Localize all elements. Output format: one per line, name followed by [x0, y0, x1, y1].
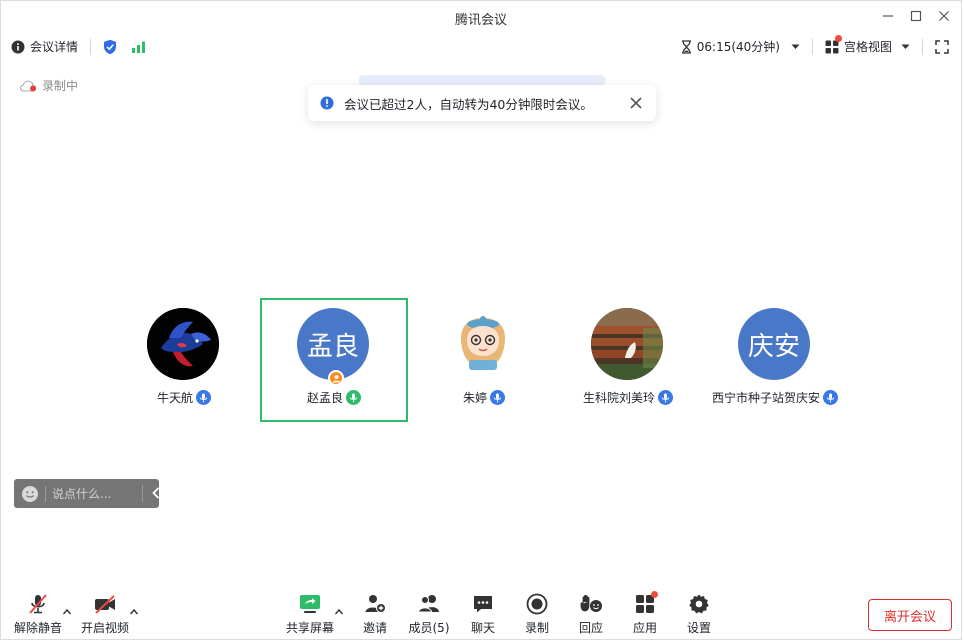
- reactions-button[interactable]: 回应: [566, 593, 616, 639]
- share-screen-button[interactable]: 共享屏幕: [285, 593, 335, 639]
- invite-user-icon: [365, 595, 386, 613]
- chat-divider: [142, 485, 143, 502]
- limit-toast: 会议已超过2人，自动转为40分钟限时会议。: [308, 85, 656, 121]
- record-button[interactable]: 录制: [512, 593, 562, 639]
- network-signal-icon[interactable]: [131, 40, 147, 54]
- hourglass-icon: [681, 39, 691, 54]
- toolbar-divider: [811, 38, 813, 55]
- participant-avatar: 庆安: [738, 308, 810, 380]
- chat-bubble-icon: [474, 596, 492, 613]
- maximize-icon: [910, 10, 922, 22]
- participant-name: 朱婷: [462, 391, 487, 405]
- toast-close-icon[interactable]: [628, 95, 644, 111]
- participant-avatar: [591, 308, 663, 380]
- participant-tile[interactable]: 生科院刘美玲: [554, 298, 702, 422]
- close-icon: [939, 11, 949, 21]
- notification-dot: [834, 35, 842, 42]
- maximize-button[interactable]: [907, 7, 925, 25]
- meeting-timer[interactable]: 06:15(40分钟): [681, 38, 800, 55]
- toolbar-divider: [90, 38, 92, 55]
- video-options-chevron-up-icon[interactable]: [129, 607, 139, 617]
- participant-avatar: [447, 308, 519, 380]
- members-icon: [417, 595, 439, 613]
- apps-notification-dot: [651, 591, 658, 598]
- minimize-icon: [883, 15, 893, 17]
- security-shield-icon[interactable]: [103, 39, 117, 55]
- host-badge-icon: [328, 370, 344, 386]
- cartoon-girl-photo-icon: [447, 308, 519, 380]
- chevron-down-icon: [791, 44, 800, 49]
- emoji-icon[interactable]: [21, 485, 39, 503]
- alert-info-icon: [320, 96, 334, 110]
- audio-options-chevron-up-icon[interactable]: [62, 607, 72, 617]
- raise-hand-icon: [580, 594, 602, 612]
- mic-status-icon: [658, 390, 673, 405]
- title-bar: 腾讯会议: [1, 1, 961, 31]
- recording-status: 录制中: [20, 77, 78, 94]
- meeting-toolbar: 会议详情 06:15(40分钟) 宫格视图: [1, 31, 961, 61]
- mic-status-icon: [490, 390, 505, 405]
- meeting-details-button[interactable]: 会议详情: [11, 38, 78, 55]
- chat-placeholder: 说点什么...: [52, 487, 112, 501]
- unmute-button[interactable]: 解除静音: [13, 593, 63, 639]
- participant-name: 赵孟良: [306, 391, 343, 405]
- window-title: 腾讯会议: [454, 13, 507, 28]
- participant-tile-active-speaker[interactable]: 孟良 赵孟良: [260, 298, 408, 422]
- participant-avatar: [147, 308, 219, 380]
- meeting-window: 腾讯会议 会议详情 06:15(40分钟) 宫格视图 录制中 会议已超过2人，自…: [0, 0, 962, 640]
- participant-avatar: 孟良: [297, 308, 369, 380]
- start-video-button[interactable]: 开启视频: [80, 593, 130, 639]
- chat-button[interactable]: 聊天: [458, 593, 508, 639]
- share-options-chevron-up-icon[interactable]: [334, 607, 344, 617]
- participant-name: 生科院刘美玲: [582, 391, 655, 405]
- record-icon: [526, 593, 548, 615]
- participant-tile[interactable]: 牛天航: [110, 298, 258, 422]
- microphone-muted-icon: [29, 594, 47, 614]
- collapse-chevron-left-icon[interactable]: [151, 487, 161, 499]
- gear-icon: [689, 594, 709, 614]
- participant-name: 牛天航: [156, 391, 193, 405]
- camera-off-icon: [95, 595, 115, 614]
- mic-speaking-icon: [346, 390, 361, 405]
- toolbar-divider: [922, 38, 923, 55]
- close-window-button[interactable]: [935, 7, 953, 25]
- mic-status-icon: [823, 390, 838, 405]
- minimize-button[interactable]: [879, 7, 897, 25]
- info-icon: [11, 40, 25, 53]
- participant-name: 西宁市种子站贺庆安: [711, 391, 820, 405]
- invite-button[interactable]: 邀请: [350, 593, 400, 639]
- leave-meeting-button[interactable]: 离开会议: [868, 599, 952, 631]
- chat-quick-input[interactable]: 说点什么...: [14, 479, 161, 508]
- participant-tile[interactable]: 庆安 西宁市种子站贺庆安: [701, 298, 849, 422]
- chat-divider: [45, 485, 46, 502]
- settings-button[interactable]: 设置: [674, 593, 724, 639]
- share-screen-icon: [300, 595, 320, 613]
- participant-tile[interactable]: 朱婷: [410, 298, 558, 422]
- toast-message: 会议已超过2人，自动转为40分钟限时会议。: [344, 96, 593, 112]
- mic-status-icon: [196, 390, 211, 405]
- bench-photo-icon: [591, 308, 663, 380]
- fullscreen-icon[interactable]: [935, 39, 949, 54]
- view-mode-button[interactable]: 宫格视图: [825, 35, 910, 55]
- chevron-down-icon: [901, 44, 910, 49]
- fish-photo-icon: [147, 308, 219, 380]
- members-button[interactable]: 成员(5): [404, 593, 454, 639]
- cloud-recording-icon: [20, 79, 37, 92]
- apps-button[interactable]: 应用: [620, 591, 670, 639]
